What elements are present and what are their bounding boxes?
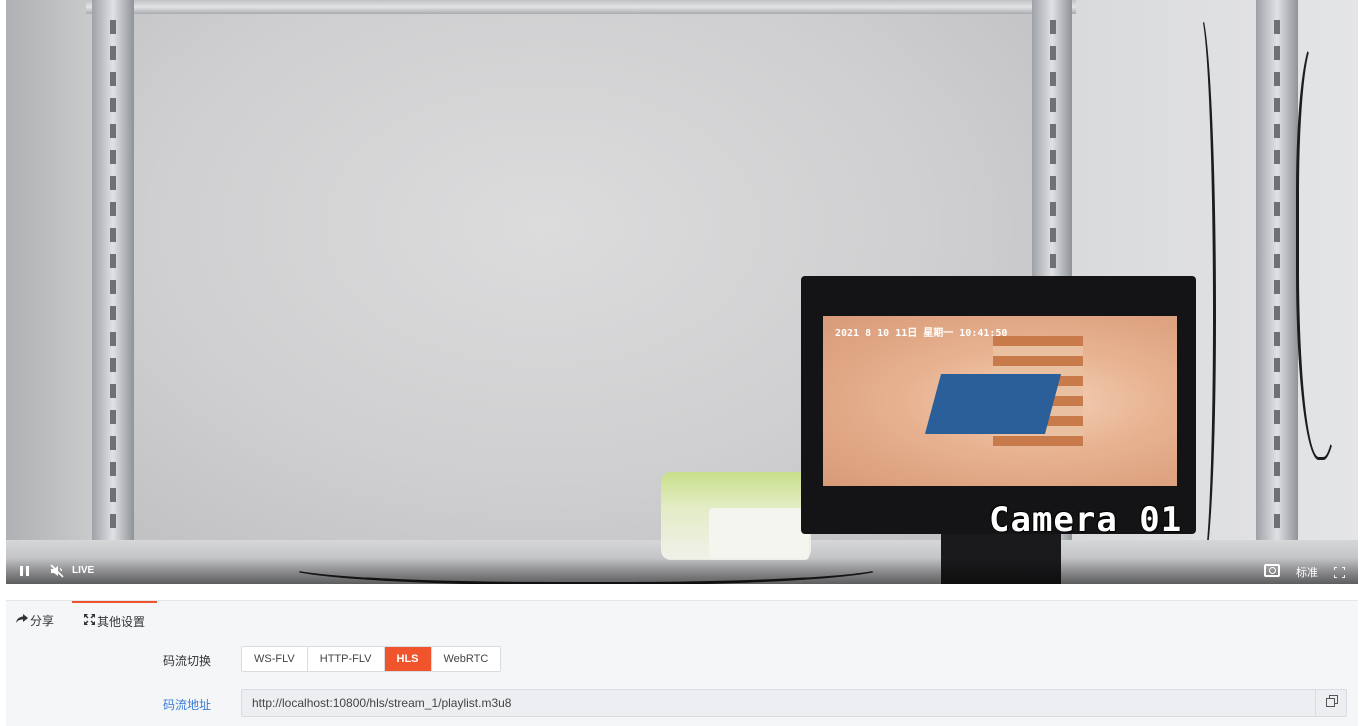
monitor-osd-text: 2021 8 10 11日 星期一 10:41:50 (835, 328, 1008, 339)
settings-icon (84, 614, 95, 628)
stream-option-webrtc[interactable]: WebRTC (431, 647, 501, 671)
quality-selector[interactable]: 标准 (1296, 564, 1318, 580)
player-control-bar: LIVE 标准 (6, 558, 1358, 584)
copy-button[interactable] (1315, 689, 1347, 717)
video-scene-monitor: 2021 8 10 11日 星期一 10:41:50 (801, 276, 1196, 534)
stream-address-label: 码流地址 (163, 698, 212, 712)
stream-option-ws-flv[interactable]: WS-FLV (242, 647, 308, 671)
video-scene-shelf-post (92, 0, 134, 584)
pause-icon[interactable] (20, 566, 29, 576)
stream-switch-group: WS-FLV HTTP-FLV HLS WebRTC (241, 646, 502, 672)
video-scene-shelf-beam (86, 0, 1076, 14)
camera-icon[interactable] (1264, 564, 1280, 577)
video-scene-left-wall (6, 0, 92, 584)
video-scene-shelf-post (1256, 0, 1298, 584)
panel-tabs: 分享 其他设置 (6, 601, 1358, 639)
stream-address-field[interactable]: http://localhost:10800/hls/stream_1/play… (241, 689, 1347, 717)
copy-icon (1325, 694, 1338, 712)
video-scene-monitor-screen: 2021 8 10 11日 星期一 10:41:50 (823, 316, 1177, 486)
mute-icon[interactable] (50, 564, 64, 578)
camera-overlay-label: Camera 01 (989, 500, 1183, 540)
video-player[interactable]: 2021 8 10 11日 星期一 10:41:50 Camera 01 LIV… (6, 0, 1358, 584)
stream-option-hls[interactable]: HLS (384, 647, 432, 671)
fullscreen-icon[interactable] (1333, 565, 1346, 579)
stream-switch-label: 码流切换 (163, 654, 212, 668)
tab-other-settings[interactable]: 其他设置 (72, 601, 158, 639)
tab-share[interactable]: 分享 (16, 601, 54, 639)
tab-share-label: 分享 (30, 613, 55, 628)
video-scene-tissue-pack (661, 472, 811, 560)
stream-option-http-flv[interactable]: HTTP-FLV (307, 647, 385, 671)
live-label: LIVE (72, 565, 95, 576)
tab-other-settings-label: 其他设置 (97, 614, 146, 629)
share-icon (16, 613, 28, 627)
